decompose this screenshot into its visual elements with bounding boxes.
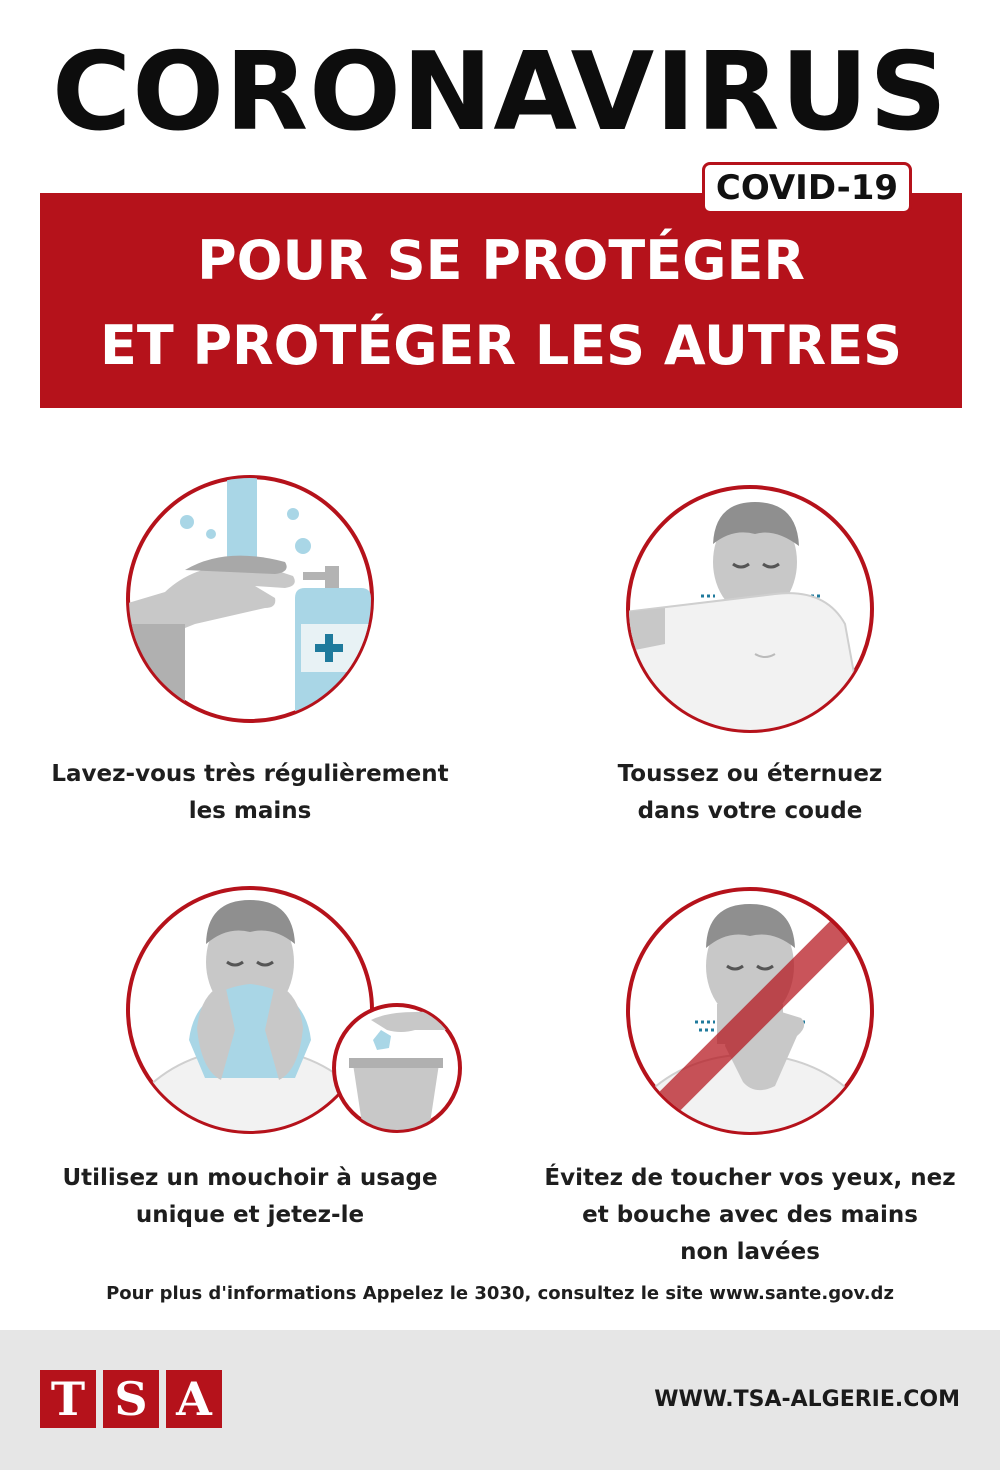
tissue-icon — [126, 886, 462, 1134]
tsa-logo[interactable]: T S A — [40, 1370, 222, 1428]
tip-3-caption: Utilisez un mouchoir à usage unique et j… — [62, 1165, 438, 1228]
covid-badge: COVID-19 — [702, 162, 912, 214]
hand-washing-icon — [126, 475, 374, 723]
no-face-touch-icon — [626, 887, 874, 1135]
banner-line-1: POUR SE PROTÉGER — [197, 229, 805, 292]
tip-2-caption: Toussez ou éternuez dans votre coude — [617, 761, 883, 824]
cough-elbow-icon — [626, 485, 874, 733]
footer-bar: T S A WWW.TSA-ALGERIE.COM — [0, 1330, 1000, 1470]
logo-letter: A — [166, 1370, 222, 1428]
logo-letter: T — [40, 1370, 96, 1428]
red-banner: POUR SE PROTÉGER ET PROTÉGER LES AUTRES — [40, 193, 962, 408]
info-note: Pour plus d'informations Appelez le 3030… — [106, 1283, 894, 1304]
banner-line-2: ET PROTÉGER LES AUTRES — [99, 314, 903, 377]
logo-letter: S — [103, 1370, 159, 1428]
website-link[interactable]: WWW.TSA-ALGERIE.COM — [654, 1387, 960, 1412]
tip-4-caption: Évitez de toucher vos yeux, nez et bouch… — [544, 1165, 956, 1265]
poster-title: CORONAVIRUS — [51, 30, 949, 155]
tip-1-caption: Lavez-vous très régulièrement les mains — [51, 761, 449, 824]
